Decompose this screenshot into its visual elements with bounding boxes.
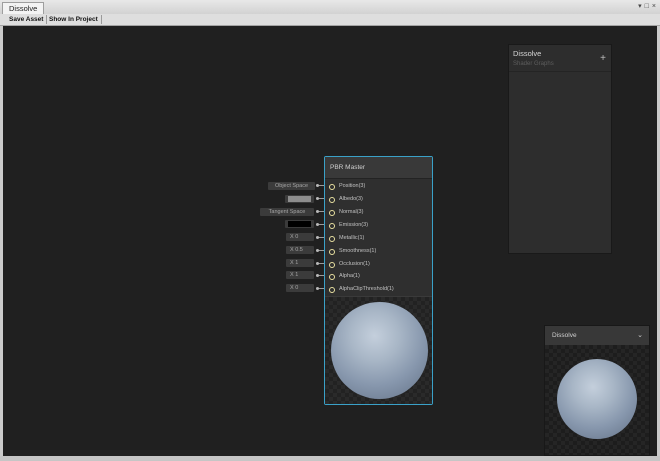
main-preview-panel[interactable]: Dissolve ⌄ (544, 325, 650, 456)
port-smoothness[interactable]: Smoothness(1) (325, 247, 432, 257)
main-preview-header: Dissolve ⌄ (545, 326, 649, 346)
main-preview-title: Dissolve (552, 332, 577, 339)
port-socket-icon[interactable] (329, 274, 335, 280)
port-label: Metallic(1) (339, 235, 365, 241)
blackboard-divider (509, 71, 611, 72)
alpha-field[interactable]: X 1 (286, 271, 314, 279)
pbr-master-node[interactable]: PBR Master Position(3) Albedo(3) Normal(… (324, 156, 433, 405)
metallic-field[interactable]: X 0 (286, 233, 314, 241)
port-label: Albedo(3) (339, 196, 363, 202)
master-node-title: PBR Master (330, 164, 366, 171)
main-preview-viewport[interactable] (545, 345, 649, 455)
blackboard-subtitle: Shader Graphs (513, 61, 554, 67)
port-label: Normal(3) (339, 209, 364, 215)
port-metallic[interactable]: Metallic(1) (325, 234, 432, 244)
port-alpha[interactable]: Alpha(1) (325, 272, 432, 282)
albedo-color-field[interactable] (285, 195, 314, 203)
master-node-preview (325, 297, 432, 404)
port-normal[interactable]: Normal(3) (325, 208, 432, 218)
maximize-icon[interactable]: □ (645, 2, 649, 12)
port-socket-icon[interactable] (329, 287, 335, 293)
position-space-field[interactable]: Object Space (268, 182, 315, 190)
port-label: Emission(3) (339, 222, 369, 228)
blackboard-panel[interactable]: Dissolve Shader Graphs + (508, 44, 612, 254)
smoothness-field[interactable]: X 0.5 (286, 246, 314, 254)
master-node-header: PBR Master (325, 157, 432, 179)
master-node-ports: Position(3) Albedo(3) Normal(3) Emission… (325, 179, 432, 296)
port-label: Position(3) (339, 183, 366, 189)
show-in-project-button[interactable]: Show In Project (46, 15, 102, 24)
main-preview-sphere (557, 359, 637, 439)
window-controls: ▾ □ × (638, 2, 656, 12)
port-albedo[interactable]: Albedo(3) (325, 195, 432, 205)
port-label: AlphaClipThreshold(1) (339, 286, 394, 292)
port-emission[interactable]: Emission(3) (325, 221, 432, 231)
alpha-clip-field[interactable]: X 0 (286, 284, 314, 292)
blackboard-title: Dissolve (513, 49, 542, 58)
port-label: Alpha(1) (339, 273, 360, 279)
normal-space-field[interactable]: Tangent Space (260, 208, 314, 216)
chevron-down-icon[interactable]: ⌄ (637, 331, 643, 339)
emission-swatch (288, 221, 311, 227)
save-asset-button[interactable]: Save Asset (6, 15, 48, 24)
close-icon[interactable]: × (652, 2, 656, 12)
port-socket-icon[interactable] (329, 236, 335, 242)
port-position[interactable]: Position(3) (325, 182, 432, 192)
port-socket-icon[interactable] (329, 249, 335, 255)
port-socket-icon[interactable] (329, 262, 335, 268)
menu-icon[interactable]: ▾ (638, 2, 642, 12)
port-alpha-clip-threshold[interactable]: AlphaClipThreshold(1) (325, 285, 432, 295)
occlusion-field[interactable]: X 1 (286, 259, 314, 267)
preview-sphere (331, 302, 428, 399)
port-socket-icon[interactable] (329, 184, 335, 190)
port-socket-icon[interactable] (329, 223, 335, 229)
port-occlusion[interactable]: Occlusion(1) (325, 260, 432, 270)
albedo-swatch (288, 196, 311, 202)
port-socket-icon[interactable] (329, 197, 335, 203)
bottom-strip (0, 456, 660, 461)
port-label: Occlusion(1) (339, 261, 370, 267)
window-titlebar: Dissolve ▾ □ × (0, 0, 660, 15)
emission-color-field[interactable] (285, 220, 314, 228)
graph-toolbar: Save Asset Show In Project (0, 14, 660, 26)
add-property-button[interactable]: + (600, 54, 606, 64)
port-label: Smoothness(1) (339, 248, 377, 254)
port-socket-icon[interactable] (329, 210, 335, 216)
